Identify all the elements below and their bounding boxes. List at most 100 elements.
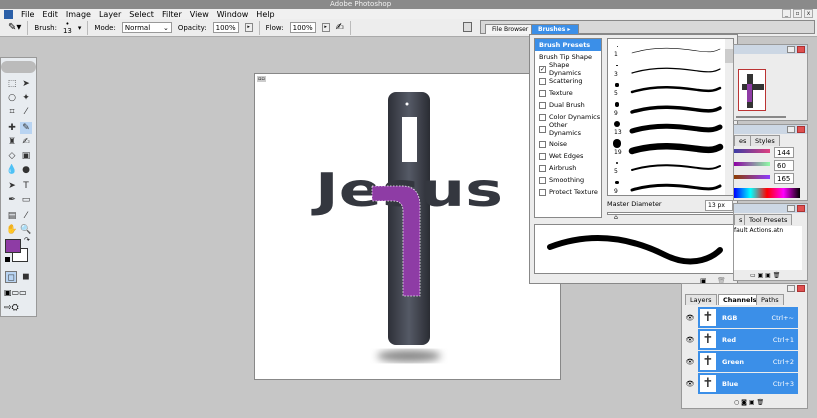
menu-filter[interactable]: Filter bbox=[162, 10, 182, 19]
pen-tool-icon[interactable]: ✒ bbox=[6, 194, 18, 206]
presets-scrollbar[interactable] bbox=[725, 39, 733, 195]
close-panel-button[interactable] bbox=[797, 126, 805, 133]
tab-brushes[interactable]: Brushes ▸ bbox=[531, 24, 579, 34]
hand-tool-icon[interactable]: ✋ bbox=[6, 224, 18, 236]
brush-option-shape-dynamics[interactable]: ✓ Shape Dynamics bbox=[535, 61, 601, 77]
tab-channels[interactable]: Channels bbox=[718, 294, 762, 305]
channels-footer-icons[interactable]: ○ ◙ ▣ 🗑 bbox=[734, 399, 764, 406]
menu-view[interactable]: View bbox=[190, 10, 209, 19]
airbrush-icon[interactable]: ✍ bbox=[336, 22, 344, 33]
move-tool-icon[interactable]: ➤ bbox=[20, 78, 32, 90]
menu-image[interactable]: Image bbox=[66, 10, 91, 19]
checkbox[interactable] bbox=[539, 176, 546, 184]
healing-brush-tool-icon[interactable]: ✚ bbox=[6, 122, 18, 134]
dodge-tool-icon[interactable]: ● bbox=[20, 164, 32, 176]
palette-well-toggle-icon[interactable] bbox=[463, 22, 472, 32]
brush-option-protect-texture[interactable]: Protect Texture bbox=[535, 186, 601, 198]
menu-layer[interactable]: Layer bbox=[99, 10, 121, 19]
brush-tool-preset-icon[interactable]: ✎▾ bbox=[8, 22, 21, 33]
blue-value-input[interactable]: 165 bbox=[774, 173, 794, 184]
visibility-eye-icon[interactable]: 👁 bbox=[685, 336, 695, 344]
checkbox[interactable] bbox=[539, 140, 546, 148]
color-ramp[interactable] bbox=[734, 188, 800, 198]
close-panel-button[interactable] bbox=[797, 285, 805, 292]
gradient-tool-icon[interactable]: ▣ bbox=[20, 150, 32, 162]
quick-mask-mode-icon[interactable]: ◼ bbox=[20, 271, 32, 283]
type-tool-icon[interactable]: T bbox=[20, 180, 32, 192]
foreground-color-swatch[interactable] bbox=[5, 239, 21, 253]
checkbox[interactable] bbox=[539, 89, 546, 97]
brush-option-noise[interactable]: Noise bbox=[535, 138, 601, 150]
jump-to-imageready-icon[interactable]: ⇨⛭ bbox=[4, 303, 19, 313]
marquee-tool-icon[interactable]: ⬚ bbox=[6, 78, 18, 90]
swap-colors-icon[interactable]: ↷ bbox=[24, 236, 30, 244]
path-selection-tool-icon[interactable]: ➤ bbox=[6, 180, 18, 192]
brush-tool-icon[interactable]: ✎ bbox=[20, 122, 32, 134]
brush-option-brush-presets[interactable]: Brush Presets bbox=[535, 39, 601, 51]
menu-edit[interactable]: Edit bbox=[42, 10, 58, 19]
brush-option-smoothing[interactable]: Smoothing bbox=[535, 174, 601, 186]
blue-slider[interactable] bbox=[734, 175, 770, 179]
checkbox[interactable] bbox=[539, 125, 546, 133]
zoom-tool-icon[interactable]: 🔍 bbox=[20, 224, 32, 236]
chevron-down-icon[interactable]: ▾ bbox=[78, 24, 82, 32]
minimize-panel-button[interactable] bbox=[787, 46, 795, 53]
tab-file-browser[interactable]: File Browser bbox=[485, 24, 536, 34]
checkbox[interactable] bbox=[539, 188, 546, 196]
clone-stamp-tool-icon[interactable]: ♜ bbox=[6, 136, 18, 148]
checkbox[interactable] bbox=[539, 152, 546, 160]
visibility-eye-icon[interactable]: 👁 bbox=[685, 358, 695, 366]
menu-file[interactable]: File bbox=[21, 10, 34, 19]
close-panel-button[interactable] bbox=[797, 205, 805, 212]
eraser-tool-icon[interactable]: ◇ bbox=[6, 150, 18, 162]
tab-swatches[interactable]: es bbox=[734, 135, 752, 146]
visibility-eye-icon[interactable]: 👁 bbox=[685, 380, 695, 388]
brush-preset-item[interactable]: 1 bbox=[610, 41, 724, 60]
opacity-slider-button[interactable]: ▸ bbox=[244, 23, 253, 32]
tab-tool-presets[interactable]: Tool Presets bbox=[744, 214, 793, 225]
actions-footer-icons[interactable]: ▭ ▣ ▣ 🗑 bbox=[750, 272, 780, 279]
standard-mode-icon[interactable]: ◻ bbox=[5, 271, 17, 283]
flow-slider-button[interactable]: ▸ bbox=[321, 23, 330, 32]
menu-select[interactable]: Select bbox=[129, 10, 154, 19]
menu-help[interactable]: Help bbox=[256, 10, 274, 19]
master-diameter-slider[interactable]: ⌂ bbox=[607, 212, 734, 221]
slice-tool-icon[interactable]: ⁄ bbox=[20, 106, 32, 118]
brush-option-texture[interactable]: Texture bbox=[535, 87, 601, 99]
channel-row[interactable]: ✝ Red Ctrl+1 bbox=[698, 329, 798, 350]
tab-styles[interactable]: Styles bbox=[750, 135, 780, 146]
menu-window[interactable]: Window bbox=[217, 10, 249, 19]
screen-mode-icons[interactable]: ▣▭▭ bbox=[4, 288, 27, 297]
brush-picker[interactable]: • 13 bbox=[63, 20, 72, 35]
toolbox-header[interactable] bbox=[1, 61, 36, 73]
brush-preset-item[interactable]: 5 bbox=[610, 80, 724, 99]
brush-preset-item[interactable]: 5 bbox=[610, 158, 724, 177]
magic-wand-tool-icon[interactable]: ✦ bbox=[20, 92, 32, 104]
mode-select[interactable]: Normal ⌄ bbox=[121, 22, 172, 33]
channel-row[interactable]: ✝ Green Ctrl+2 bbox=[698, 351, 798, 372]
restore-button[interactable]: ▫ bbox=[793, 9, 802, 18]
minimize-panel-button[interactable] bbox=[787, 126, 795, 133]
navigator-thumbnail[interactable] bbox=[738, 69, 766, 111]
brush-preset-item[interactable]: 19 bbox=[610, 139, 724, 158]
channel-row[interactable]: ✝ RGB Ctrl+~ bbox=[698, 307, 798, 328]
brush-option-airbrush[interactable]: Airbrush bbox=[535, 162, 601, 174]
brush-option-dual-brush[interactable]: Dual Brush bbox=[535, 99, 601, 111]
visibility-eye-icon[interactable]: 👁 bbox=[685, 314, 695, 322]
tab-paths[interactable]: Paths bbox=[756, 294, 784, 305]
action-set-item[interactable]: fault Actions.atn bbox=[734, 227, 783, 234]
channel-row[interactable]: ✝ Blue Ctrl+3 bbox=[698, 373, 798, 394]
brush-preset-item[interactable]: 9 bbox=[610, 100, 724, 119]
minimize-panel-button[interactable] bbox=[787, 285, 795, 292]
green-slider[interactable] bbox=[734, 162, 770, 166]
master-diameter-input[interactable]: 13 px bbox=[705, 200, 733, 211]
brush-option-other-dynamics[interactable]: Other Dynamics bbox=[535, 121, 601, 137]
default-colors-icon[interactable] bbox=[5, 257, 10, 262]
close-panel-button[interactable] bbox=[797, 46, 805, 53]
notes-tool-icon[interactable]: ▤ bbox=[6, 210, 18, 222]
lasso-tool-icon[interactable]: ○ bbox=[6, 92, 18, 104]
brush-preset-item[interactable]: 9 bbox=[610, 178, 724, 197]
minimize-panel-button[interactable] bbox=[787, 205, 795, 212]
canvas-image[interactable]: Jesus bbox=[255, 74, 560, 379]
red-value-input[interactable]: 144 bbox=[774, 147, 794, 158]
